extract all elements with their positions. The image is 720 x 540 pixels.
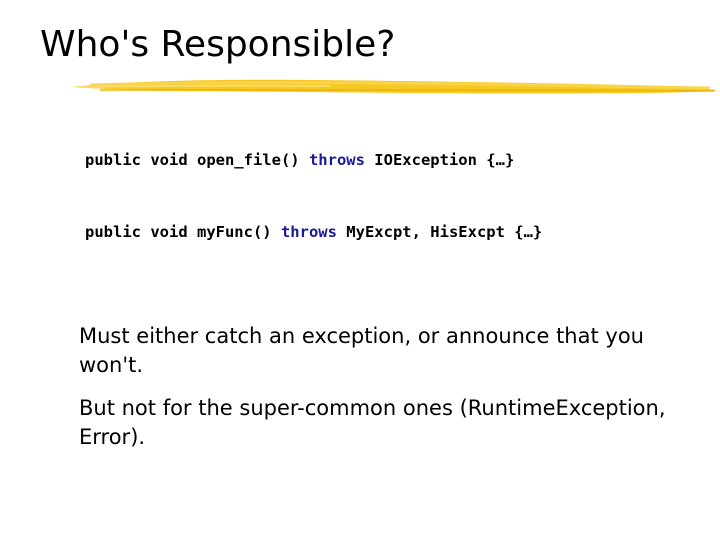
- bullet-common-exceptions: But not for the super-common ones (Runti…: [79, 396, 666, 449]
- title-highlight-stroke: [72, 79, 718, 94]
- slide: Who's Responsible? public void open_file…: [0, 0, 720, 540]
- code-text: public void myFunc(): [85, 223, 281, 241]
- bullet-catch-or-announce: Must either catch an exception, or annou…: [79, 324, 644, 377]
- code-line-myfunc: public void myFunc() throws MyExcpt, His…: [85, 222, 542, 242]
- code-keyword: throws: [308, 151, 365, 169]
- code-line-open-file: public void open_file() throws IOExcepti…: [85, 150, 514, 170]
- slide-title: Who's Responsible?: [40, 24, 396, 65]
- code-text: public void open_file(): [85, 151, 309, 169]
- code-text: IOException {…}: [364, 151, 515, 169]
- code-text: MyExcpt, HisExcpt {…}: [336, 223, 543, 241]
- code-keyword: throws: [280, 223, 337, 241]
